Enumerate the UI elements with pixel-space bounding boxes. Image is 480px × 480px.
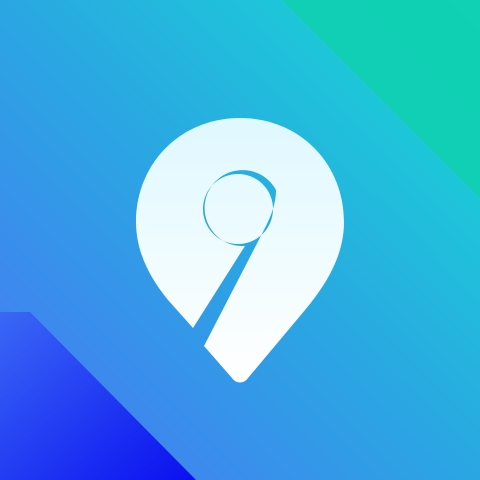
app-icon <box>0 0 480 480</box>
app-icon-artwork <box>0 0 480 480</box>
